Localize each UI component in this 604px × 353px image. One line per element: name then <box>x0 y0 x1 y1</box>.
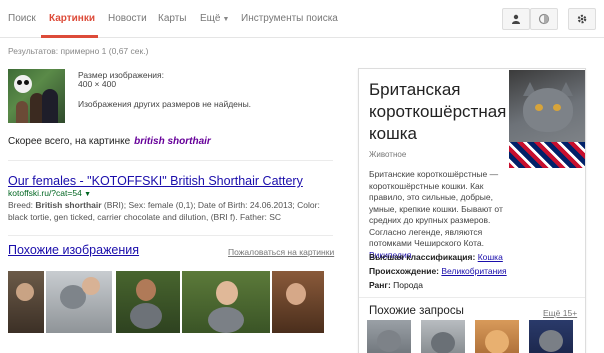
best-guess-link[interactable]: british shorthair <box>134 136 211 147</box>
similar-image-thumbnail[interactable] <box>8 271 44 333</box>
knowledge-panel-image[interactable] <box>509 70 585 168</box>
similar-image-thumbnail[interactable] <box>272 271 324 333</box>
best-guess-label: Скорее всего, на картинке <box>8 136 131 147</box>
cat-figure <box>485 330 509 353</box>
globe-icon <box>538 13 550 25</box>
caret-down-icon: ▼ <box>84 191 92 198</box>
fact-rank: Ранг: Порода <box>369 280 423 290</box>
tab-images[interactable]: Картинки <box>49 13 95 24</box>
safesearch-button[interactable] <box>530 8 558 30</box>
top-navigation: Поиск Картинки Новости Карты Ещё ▼ Инстру… <box>0 0 604 38</box>
face-figure <box>16 283 34 301</box>
knowledge-panel: Британская короткошёрстная кошка Животно… <box>358 68 586 353</box>
person-icon <box>512 14 520 24</box>
gear-icon <box>577 14 587 24</box>
fact-classification: Высшая классификация: Кошка <box>369 252 503 262</box>
account-button[interactable] <box>502 8 530 30</box>
union-jack-flag <box>509 142 585 168</box>
tab-search[interactable]: Поиск <box>8 13 36 24</box>
settings-button[interactable] <box>568 8 596 30</box>
tab-more-label: Ещё <box>200 13 221 24</box>
fact-value-link[interactable]: Великобритания <box>441 266 506 276</box>
result-snippet: Breed: British shorthair (BRI); Sex: fem… <box>8 199 338 223</box>
tab-maps[interactable]: Карты <box>158 13 187 24</box>
result-title-link[interactable]: Our females - "KOTOFFSKI" British Shorth… <box>8 174 303 188</box>
fact-origin: Происхождение: Великобритания <box>369 266 507 276</box>
fact-label: Ранг: <box>369 280 391 290</box>
cat-figure <box>208 307 244 333</box>
tab-search-tools[interactable]: Инструменты поиска <box>241 13 338 24</box>
result-url-text: kotoffski.ru/?cat=54 <box>8 188 82 198</box>
knowledge-panel-title: Британская короткошёрстная кошка <box>369 80 507 143</box>
divider <box>8 235 333 236</box>
related-searches-header: Похожие запросы <box>369 305 464 317</box>
divider <box>8 160 333 161</box>
divider <box>359 297 585 298</box>
panda-figure <box>14 75 32 93</box>
snippet-breed-value: British shorthair <box>35 200 102 210</box>
cat-figure <box>377 330 401 352</box>
cat-eye <box>553 104 561 111</box>
fact-label: Происхождение: <box>369 266 439 276</box>
snippet-breed-label: Breed: <box>8 200 34 210</box>
result-url[interactable]: kotoffski.ru/?cat=54 ▼ <box>8 188 91 198</box>
related-search-item[interactable] <box>421 320 465 353</box>
cat-figure <box>539 330 563 352</box>
no-other-sizes-text: Изображения других размеров не найдены. <box>78 99 252 109</box>
cat-figure <box>130 303 162 329</box>
more-related-link[interactable]: Ещё 15+ <box>543 308 577 318</box>
cat-eye <box>535 104 543 111</box>
results-count: Результатов: примерно 1 (0,67 сек.) <box>8 46 149 56</box>
similar-image-thumbnail[interactable] <box>182 271 270 333</box>
similar-image-thumbnail[interactable] <box>116 271 180 333</box>
face-figure <box>136 279 156 301</box>
caret-down-icon: ▼ <box>222 16 230 23</box>
related-search-item[interactable] <box>367 320 411 353</box>
fact-value: Порода <box>393 280 423 290</box>
knowledge-panel-description: Британские короткошёрстные — короткошёрс… <box>369 169 509 261</box>
tab-more[interactable]: Ещё ▼ <box>200 13 229 24</box>
fact-label: Высшая классификация: <box>369 252 476 262</box>
face-figure <box>216 281 238 305</box>
description-text: Британские короткошёрстные — короткошёрс… <box>369 169 503 248</box>
face-figure <box>82 277 100 295</box>
fact-value-link[interactable]: Кошка <box>478 252 503 262</box>
cat-head <box>523 88 573 132</box>
person-figure <box>42 89 58 123</box>
cat-figure <box>431 332 455 353</box>
similar-images-header[interactable]: Похожие изображения <box>8 243 139 257</box>
image-size-value: 400 × 400 <box>78 79 117 89</box>
face-figure <box>286 283 306 305</box>
person-figure <box>16 101 28 123</box>
query-image-thumbnail[interactable] <box>8 69 65 123</box>
knowledge-panel-subtitle: Животное <box>369 150 407 159</box>
related-search-item[interactable] <box>529 320 573 353</box>
similar-image-thumbnail[interactable] <box>46 271 112 333</box>
tab-news[interactable]: Новости <box>108 13 147 24</box>
active-tab-indicator <box>41 35 98 38</box>
report-images-link[interactable]: Пожаловаться на картинки <box>228 247 334 257</box>
best-guess: Скорее всего, на картинке british shortha… <box>8 136 211 147</box>
related-search-item[interactable] <box>475 320 519 353</box>
